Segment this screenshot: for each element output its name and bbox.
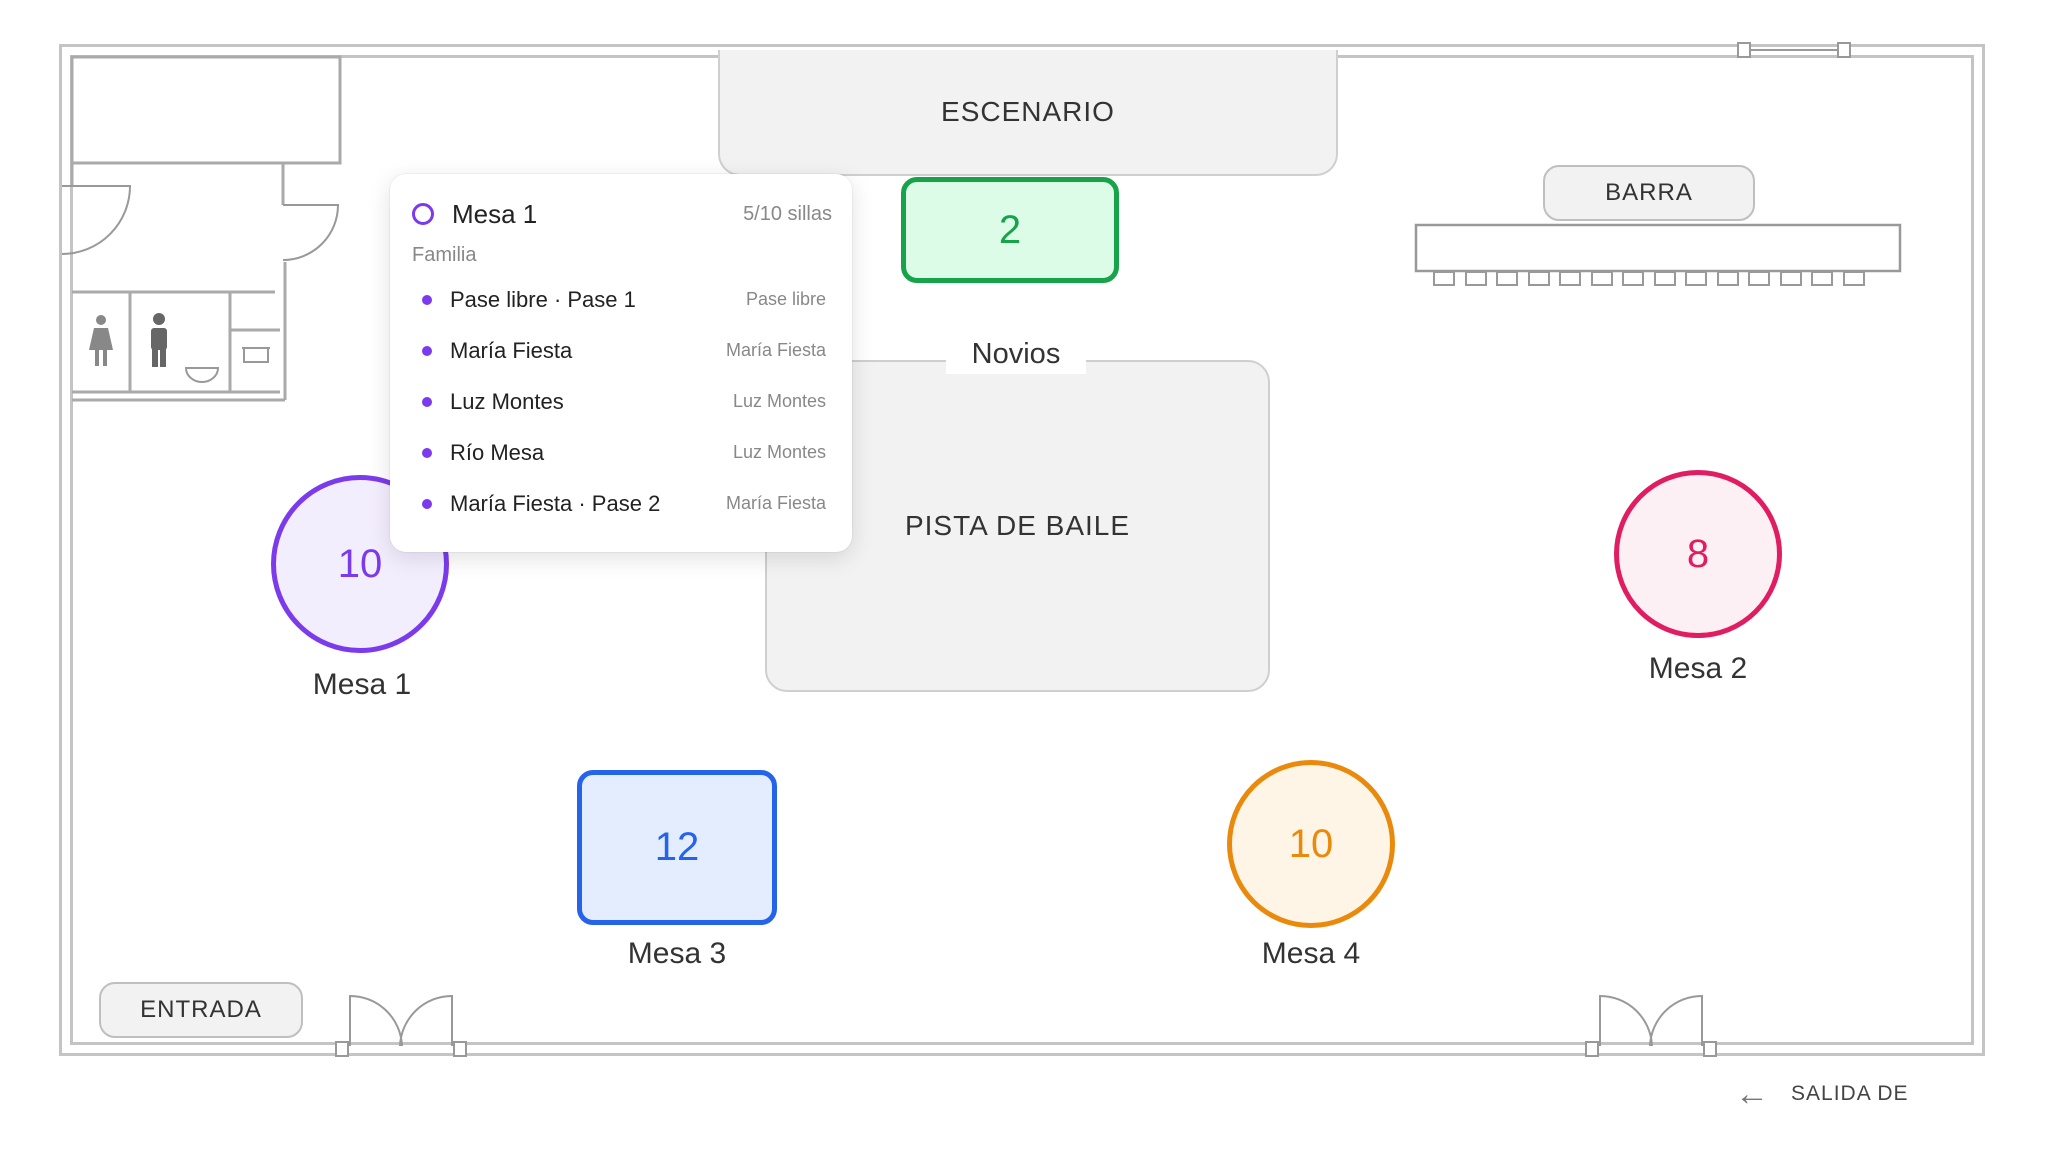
table-name-mesa-3: Mesa 3 xyxy=(627,937,727,970)
entrance-zone[interactable]: ENTRADA xyxy=(99,982,303,1038)
guest-tag: María Fiesta xyxy=(725,340,826,360)
arrow-left-icon: ← xyxy=(1735,1075,1769,1113)
guest-name: María Fiesta · Pase 2 xyxy=(450,490,661,516)
sweetheart-table-label: Novios xyxy=(946,334,1086,374)
table-seat-count: 10 xyxy=(1288,821,1334,866)
bullet-dot-icon xyxy=(422,447,432,458)
guest-name: Luz Montes xyxy=(450,388,564,414)
exit-indicator: ← SALIDA DE xyxy=(1735,1074,1909,1114)
popup-seat-count: 5/10 sillas xyxy=(743,202,832,225)
popup-title: Mesa 1 xyxy=(452,198,538,229)
table-seat-count: 12 xyxy=(654,825,700,869)
guest-item[interactable]: Río Mesa Luz Montes xyxy=(390,427,852,478)
guest-item[interactable]: María Fiesta María Fiesta xyxy=(390,325,852,376)
bullet-dot-icon xyxy=(422,345,432,356)
guest-item[interactable]: María Fiesta · Pase 2 María Fiesta xyxy=(390,478,852,529)
table-seat-count: 10 xyxy=(337,541,383,586)
bar-zone[interactable]: BARRA xyxy=(1543,165,1755,221)
guest-name: Pase libre · Pase 1 xyxy=(450,286,636,312)
guest-item[interactable]: Pase libre · Pase 1 Pase libre xyxy=(390,274,852,325)
table-name-mesa-4: Mesa 4 xyxy=(1261,937,1361,970)
popup-header: Mesa 1 5/10 sillas xyxy=(412,196,832,232)
bullet-dot-icon xyxy=(422,294,432,305)
table-seat-count: 8 xyxy=(1686,531,1710,576)
woman-icon xyxy=(89,315,113,366)
guest-item[interactable]: Luz Montes Luz Montes xyxy=(390,376,852,427)
table-color-ring-icon xyxy=(412,203,434,225)
table-name-mesa-2: Mesa 2 xyxy=(1648,652,1748,685)
table-mesa-4[interactable]: 10 xyxy=(1227,760,1395,928)
guest-name: Río Mesa xyxy=(450,439,545,465)
guest-tag: Luz Montes xyxy=(732,442,826,462)
guest-list: Pase libre · Pase 1 Pase libre María Fie… xyxy=(390,274,852,529)
table-name-mesa-1: Mesa 1 xyxy=(312,668,412,701)
popup-group: Familia xyxy=(412,244,477,266)
man-icon xyxy=(151,313,167,367)
bullet-dot-icon xyxy=(422,498,432,509)
bullet-dot-icon xyxy=(422,396,432,407)
guest-tag: María Fiesta xyxy=(725,493,826,513)
table-mesa-3[interactable]: 12 xyxy=(577,770,777,925)
guest-tag: Luz Montes xyxy=(732,391,826,411)
table-mesa-2[interactable]: 8 xyxy=(1614,470,1782,638)
exit-label: SALIDA DE xyxy=(1791,1082,1909,1105)
stage-zone: ESCENARIO xyxy=(718,50,1338,176)
guest-name: María Fiesta xyxy=(450,337,573,363)
guest-tag: Pase libre xyxy=(745,289,826,309)
table-seat-count: 2 xyxy=(998,207,1022,252)
table-detail-popup: Mesa 1 5/10 sillas Familia Pase libre · … xyxy=(390,174,852,552)
table-novios[interactable]: 2 xyxy=(901,177,1119,283)
